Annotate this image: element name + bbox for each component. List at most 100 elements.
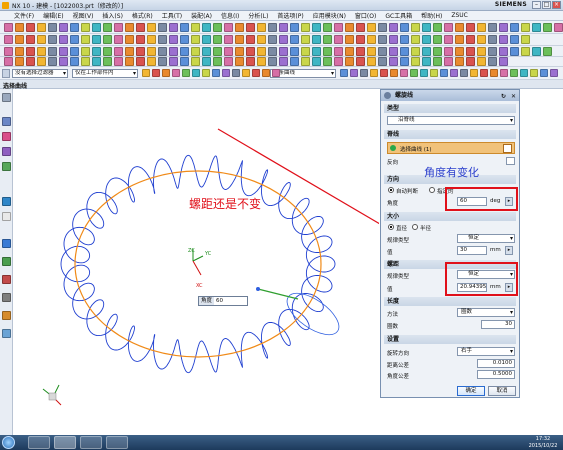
snap-point-1-5-icon[interactable]: [182, 69, 190, 77]
tb3-command-18-icon[interactable]: [191, 46, 200, 56]
tb4-command-42-icon[interactable]: [455, 57, 464, 66]
tb4-command-29-icon[interactable]: [312, 57, 321, 66]
selection-scope-select[interactable]: 仅在工作部件内: [72, 69, 138, 78]
snap-point-1-3-icon[interactable]: [162, 69, 170, 77]
tb4-command-41-icon[interactable]: [444, 57, 453, 66]
tb1-command-48-icon[interactable]: [521, 22, 530, 32]
tb3-command-13-icon[interactable]: [136, 46, 145, 56]
tb3-command-40-icon[interactable]: [433, 46, 442, 56]
menu-help[interactable]: 帮助(H): [421, 11, 442, 20]
tb2-command-20-icon[interactable]: [213, 35, 222, 44]
snap-point-1-1-icon[interactable]: [142, 69, 150, 77]
tb1-command-32-icon[interactable]: [345, 22, 354, 32]
tb3-command-16-icon[interactable]: [169, 46, 178, 56]
tb3-command-6-icon[interactable]: [59, 46, 68, 56]
tb4-command-25-icon[interactable]: [268, 57, 277, 66]
taskbar-app-4-icon[interactable]: [106, 436, 128, 449]
tb1-command-27-icon[interactable]: [290, 22, 299, 32]
tb2-command-27-icon[interactable]: [290, 35, 299, 44]
snap-point-2-5-icon[interactable]: [380, 69, 388, 77]
tb1-command-18-icon[interactable]: [191, 22, 200, 32]
tb3-command-1-icon[interactable]: [4, 46, 13, 56]
tb1-command-13-icon[interactable]: [136, 22, 145, 32]
tb4-command-5-icon[interactable]: [48, 57, 57, 66]
menu-preferences[interactable]: 首选项(P): [277, 11, 303, 20]
tb2-command-23-icon[interactable]: [246, 35, 255, 44]
settings-icon[interactable]: [2, 93, 11, 102]
tb2-command-43-icon[interactable]: [466, 35, 475, 44]
process-studio-icon[interactable]: [2, 275, 11, 284]
tb4-command-9-icon[interactable]: [92, 57, 101, 66]
tb4-command-21-icon[interactable]: [224, 57, 233, 66]
specified-radio[interactable]: [429, 187, 435, 193]
tb2-command-5-icon[interactable]: [48, 35, 57, 44]
tb2-command-31-icon[interactable]: [334, 35, 343, 44]
tb3-command-7-icon[interactable]: [70, 46, 79, 56]
tb1-command-6-icon[interactable]: [59, 22, 68, 32]
cancel-button[interactable]: 取消: [488, 386, 516, 396]
start-button-icon[interactable]: [2, 436, 15, 449]
tb4-command-8-icon[interactable]: [81, 57, 90, 66]
type-section-header[interactable]: 类型: [384, 104, 516, 113]
tb1-command-5-icon[interactable]: [48, 22, 57, 32]
tb4-command-45-icon[interactable]: [488, 57, 497, 66]
tb2-command-24-icon[interactable]: [257, 35, 266, 44]
snap-point-1-10-icon[interactable]: [232, 69, 240, 77]
tb4-command-24-icon[interactable]: [257, 57, 266, 66]
size-section-header[interactable]: 大小: [384, 212, 516, 221]
size-spinner[interactable]: ▸: [505, 246, 513, 255]
taskbar-nx-icon[interactable]: [54, 436, 76, 449]
snap-point-2-20-icon[interactable]: [530, 69, 538, 77]
graphics-window[interactable]: ZC YC XC 螺距还是不变 角度 60: [13, 89, 379, 435]
tb3-command-47-icon[interactable]: [510, 46, 519, 56]
snap-point-2-10-icon[interactable]: [430, 69, 438, 77]
roles-icon[interactable]: [2, 311, 11, 320]
tb2-command-47-icon[interactable]: [510, 35, 519, 44]
tb1-command-42-icon[interactable]: [455, 22, 464, 32]
tb4-command-17-icon[interactable]: [180, 57, 189, 66]
snap-point-2-19-icon[interactable]: [520, 69, 528, 77]
tb2-command-48-icon[interactable]: [521, 35, 530, 44]
menu-analysis[interactable]: 分析(L): [248, 11, 268, 20]
selection-filter-select[interactable]: 没有选择过滤器: [12, 69, 68, 78]
tb4-command-13-icon[interactable]: [136, 57, 145, 66]
tb4-command-34-icon[interactable]: [367, 57, 376, 66]
snap-point-2-14-icon[interactable]: [470, 69, 478, 77]
tb1-command-46-icon[interactable]: [499, 22, 508, 32]
menu-file[interactable]: 文件(F): [14, 11, 34, 20]
tb3-command-49-icon[interactable]: [532, 46, 541, 56]
origin-handle[interactable]: [256, 287, 260, 291]
tb2-command-10-icon[interactable]: [103, 35, 112, 44]
tb1-command-7-icon[interactable]: [70, 22, 79, 32]
tb2-command-22-icon[interactable]: [235, 35, 244, 44]
tb1-command-9-icon[interactable]: [92, 22, 101, 32]
tb4-command-38-icon[interactable]: [411, 57, 420, 66]
select-curve-row[interactable]: 选择曲线 (1): [387, 142, 515, 154]
snap-point-1-8-icon[interactable]: [212, 69, 220, 77]
dialog-close-icon[interactable]: ✕: [511, 91, 516, 102]
tb3-command-25-icon[interactable]: [268, 46, 277, 56]
snap-point-2-11-icon[interactable]: [440, 69, 448, 77]
tb3-command-43-icon[interactable]: [466, 46, 475, 56]
tb2-command-45-icon[interactable]: [488, 35, 497, 44]
tb4-command-20-icon[interactable]: [213, 57, 222, 66]
tb2-command-38-icon[interactable]: [411, 35, 420, 44]
curve-select-icon[interactable]: [503, 144, 512, 153]
tb3-command-8-icon[interactable]: [81, 46, 90, 56]
tb1-command-39-icon[interactable]: [422, 22, 431, 32]
tb2-command-37-icon[interactable]: [400, 35, 409, 44]
tb1-command-12-icon[interactable]: [125, 22, 134, 32]
tb2-command-41-icon[interactable]: [444, 35, 453, 44]
tb4-command-23-icon[interactable]: [246, 57, 255, 66]
tb1-command-4-icon[interactable]: [37, 22, 46, 32]
history-icon[interactable]: [2, 239, 11, 248]
snap-point-2-17-icon[interactable]: [500, 69, 508, 77]
snap-point-1-9-icon[interactable]: [222, 69, 230, 77]
tb2-command-46-icon[interactable]: [499, 35, 508, 44]
tb3-command-5-icon[interactable]: [48, 46, 57, 56]
tb1-command-35-icon[interactable]: [378, 22, 387, 32]
tb4-command-30-icon[interactable]: [323, 57, 332, 66]
tb3-command-2-icon[interactable]: [15, 46, 24, 56]
tb2-command-14-icon[interactable]: [147, 35, 156, 44]
tb3-command-34-icon[interactable]: [367, 46, 376, 56]
